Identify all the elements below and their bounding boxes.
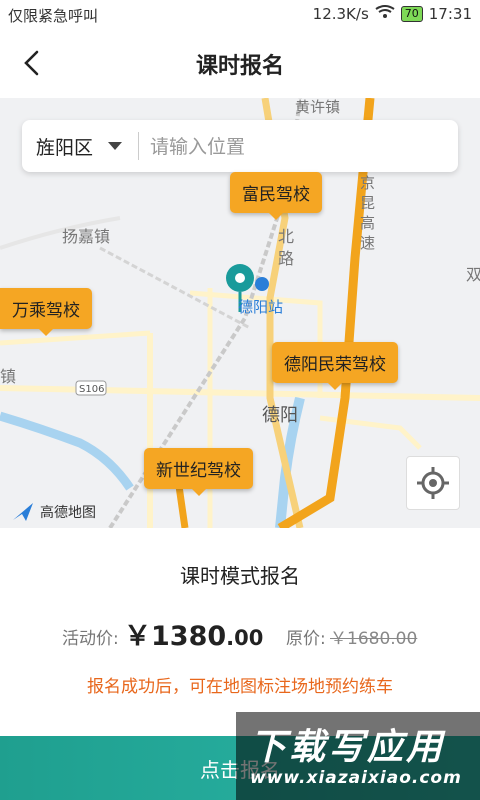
caret-down-icon[interactable]: [108, 142, 122, 150]
activity-price-cents: .00: [226, 626, 264, 650]
label-expressway-2: 昆: [360, 194, 375, 212]
watermark-title: 下载写应用: [250, 727, 446, 768]
battery-icon: 70: [400, 6, 423, 22]
school-marker-fumin[interactable]: 富民驾校: [230, 172, 322, 220]
school-marker-deyang-minrong[interactable]: 德阳民荣驾校: [272, 342, 398, 390]
label-expressway-4: 速: [360, 234, 375, 252]
sheet-title: 课时模式报名: [180, 564, 300, 588]
original-price-label: 原价:: [286, 629, 326, 649]
watermark: 下载写应用 www.xiazaixiao.com: [236, 712, 480, 800]
label-edge-right: 双: [466, 265, 480, 284]
label-s106: S106: [79, 384, 104, 395]
label-expressway: 京: [360, 174, 375, 192]
amap-logo-icon: [13, 503, 33, 521]
school-marker-wancheng[interactable]: 万乘驾校: [0, 288, 92, 336]
crosshair-icon: [417, 467, 449, 499]
status-bar: 仅限紧急呼叫 12.3K/s 70 17:31: [0, 0, 480, 30]
label-expressway-3: 高: [360, 214, 375, 232]
price-row: 活动价: ￥1380.00 原价: ￥1680.00: [62, 614, 462, 654]
school-marker-xinshiji[interactable]: 新世纪驾校: [144, 448, 253, 496]
location-search-bar: 旌阳区: [22, 120, 458, 172]
search-divider: [138, 132, 139, 160]
locate-button[interactable]: [406, 456, 460, 510]
map-logo: 高德地图: [12, 502, 96, 522]
original-price: ￥1680.00: [330, 629, 418, 649]
watermark-url: www.xiazaixiao.com: [250, 768, 462, 788]
label-station: 德阳站: [238, 298, 283, 316]
label-yangjia: 扬嘉镇: [62, 227, 110, 246]
clock: 17:31: [428, 5, 472, 23]
booking-notice: 报名成功后，可在地图标注场地预约练车: [87, 677, 393, 697]
map-logo-text: 高德地图: [40, 505, 96, 521]
label-north-road-2: 路: [278, 249, 294, 268]
activity-price-label: 活动价:: [62, 629, 119, 649]
wifi-icon: [375, 5, 395, 23]
nav-bar: 课时报名: [0, 30, 480, 98]
label-city: 德阳: [262, 405, 298, 426]
page-title: 课时报名: [195, 54, 284, 79]
location-input[interactable]: [148, 130, 442, 164]
label-north-road: 北: [278, 227, 294, 246]
activity-price-main: ￥1380: [124, 621, 227, 652]
network-speed: 12.3K/s: [312, 5, 369, 23]
district-selector[interactable]: 旌阳区: [36, 133, 93, 160]
activity-price: ￥1380.00: [124, 614, 263, 653]
status-right: 12.3K/s 70 17:31: [313, 5, 472, 23]
label-town-top: 黄许镇: [295, 98, 340, 116]
carrier-text: 仅限紧急呼叫: [8, 7, 99, 25]
label-edge-left: 镇: [0, 367, 16, 386]
